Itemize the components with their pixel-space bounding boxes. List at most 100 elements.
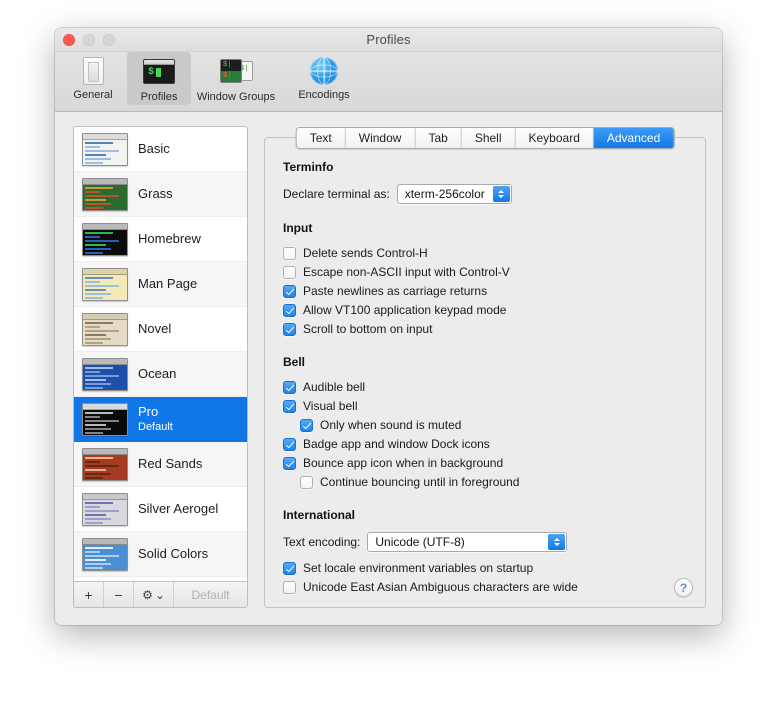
checkbox-row[interactable]: Paste newlines as carriage returns [283, 282, 687, 300]
checkbox-unchecked-icon[interactable] [283, 580, 296, 594]
toolbar-item-profiles[interactable]: $ Profiles [127, 52, 191, 105]
toolbar-label-general: General [73, 89, 113, 101]
plus-icon: + [84, 586, 93, 603]
checkbox-row[interactable]: Allow VT100 application keypad mode [283, 301, 687, 319]
checkbox-row[interactable]: Audible bell [283, 378, 687, 396]
profile-thumbnail [82, 357, 128, 391]
tab-label: Tab [428, 131, 448, 145]
checkbox-checked-icon[interactable] [283, 399, 296, 413]
checkbox-label: Delete sends Control-H [303, 246, 428, 260]
group-bell: Bell Audible bell Visual bell Only when so… [283, 355, 687, 491]
toolbar-item-general[interactable]: General [61, 52, 125, 103]
checkbox-row[interactable]: Only when sound is muted [283, 416, 687, 434]
checkbox-checked-icon[interactable] [283, 322, 296, 336]
checkbox-checked-icon[interactable] [283, 456, 296, 470]
tab-keyboard[interactable]: Keyboard [515, 128, 594, 148]
preferences-window: Profiles General $ Profiles $| $| $| Win… [55, 28, 722, 625]
profile-row-pro[interactable]: Pro Default [74, 397, 247, 442]
text-encoding-select[interactable]: Unicode (UTF-8) [367, 531, 568, 552]
profile-row-ocean[interactable]: Ocean [74, 352, 247, 397]
checkbox-checked-icon[interactable] [283, 303, 296, 317]
checkbox-unchecked-icon[interactable] [283, 265, 296, 279]
profile-row-basic[interactable]: Basic [74, 127, 247, 172]
tab-text[interactable]: Text [296, 128, 346, 148]
tab-label: Shell [474, 131, 502, 145]
checkbox-row[interactable]: Set locale environment variables on star… [283, 559, 687, 577]
toolbar-item-encodings[interactable]: Encodings [281, 52, 367, 103]
declare-terminal-select[interactable]: xterm-256color [396, 183, 512, 204]
profile-row-man-page[interactable]: Man Page [74, 262, 247, 307]
window-titlebar: Profiles [55, 28, 722, 52]
tab-window[interactable]: Window [345, 128, 416, 148]
checkbox-label: Set locale environment variables on star… [303, 561, 534, 575]
checkbox-label: Continue bouncing until in foreground [320, 475, 520, 489]
profile-thumbnail [82, 492, 128, 526]
checkbox-label: Allow VT100 application keypad mode [303, 303, 507, 317]
text-encoding-value: Unicode (UTF-8) [375, 534, 465, 549]
profile-thumbnail [82, 312, 128, 346]
international-title: International [283, 508, 356, 522]
checkbox-label: Paste newlines as carriage returns [303, 284, 488, 298]
checkbox-checked-icon[interactable] [300, 418, 313, 432]
checkbox-checked-icon[interactable] [283, 380, 296, 394]
bell-options: Audible bell Visual bell Only when sound i… [283, 378, 687, 491]
checkbox-label: Badge app and window Dock icons [303, 437, 490, 451]
profile-name: Red Sands [138, 456, 203, 471]
profile-row-solid-colors[interactable]: Solid Colors [74, 532, 247, 577]
profiles-list[interactable]: Basic Grass Homebrew Man Page Novel Ocean Pro D… [74, 127, 247, 581]
profile-actions-button[interactable]: ⚙ ⌄ [134, 582, 174, 607]
tab-tab[interactable]: Tab [415, 128, 462, 148]
checkbox-row[interactable]: Continue bouncing until in foreground [283, 473, 687, 491]
checkbox-unchecked-icon[interactable] [300, 475, 313, 489]
remove-profile-button[interactable]: − [104, 582, 134, 607]
profile-row-homebrew[interactable]: Homebrew [74, 217, 247, 262]
help-button[interactable]: ? [674, 578, 693, 597]
profile-row-red-sands[interactable]: Red Sands [74, 442, 247, 487]
preferences-toolbar: General $ Profiles Window Groups [55, 52, 722, 112]
checkbox-checked-icon[interactable] [283, 561, 296, 575]
profile-row-novel[interactable]: Novel [74, 307, 247, 352]
stepper-arrows-icon [492, 185, 510, 202]
gear-icon: ⚙ [142, 587, 153, 602]
checkbox-row[interactable]: Escape non-ASCII input with Control-V [283, 263, 687, 281]
checkbox-unchecked-icon[interactable] [283, 246, 296, 260]
set-default-label: Default [191, 587, 230, 602]
checkbox-label: Bounce app icon when in background [303, 456, 504, 470]
input-title: Input [283, 221, 313, 235]
profile-row-grass[interactable]: Grass [74, 172, 247, 217]
profile-name: Pro [138, 405, 159, 420]
group-international: International Text encoding: Unicode (UT… [283, 508, 687, 596]
profile-thumbnail [82, 132, 128, 166]
profile-row-silver-aerogel[interactable]: Silver Aerogel [74, 487, 247, 532]
checkbox-label: Visual bell [303, 399, 358, 413]
encodings-globe-icon [307, 57, 341, 87]
profile-name: Solid Colors [138, 546, 209, 561]
bell-title: Bell [283, 355, 306, 369]
group-input: Input Delete sends Control-H Escape non-A… [283, 221, 687, 338]
checkbox-checked-icon[interactable] [283, 437, 296, 451]
toolbar-item-window-groups[interactable]: Window Groups [193, 52, 279, 105]
checkbox-row[interactable]: Bounce app icon when in background [283, 454, 687, 472]
tab-advanced[interactable]: Advanced [593, 128, 674, 148]
checkbox-row[interactable]: Badge app and window Dock icons [283, 435, 687, 453]
profile-default-badge: Default [138, 420, 173, 433]
tab-shell[interactable]: Shell [461, 128, 516, 148]
add-profile-button[interactable]: + [74, 582, 104, 607]
profile-thumbnail [82, 402, 128, 436]
general-icon [76, 57, 110, 87]
minus-icon: − [114, 586, 123, 603]
checkbox-row[interactable]: Scroll to bottom on input [283, 320, 687, 338]
checkbox-row[interactable]: Delete sends Control-H [283, 244, 687, 262]
declare-terminal-value: xterm-256color [404, 186, 485, 201]
text-encoding-label: Text encoding: [283, 534, 361, 549]
profile-name: Ocean [138, 366, 177, 381]
group-terminfo: Terminfo Declare terminal as: xterm-256c… [283, 160, 687, 204]
checkbox-row[interactable]: Unicode East Asian Ambiguous characters … [283, 578, 687, 596]
set-default-button[interactable]: Default [174, 582, 247, 607]
international-options: Set locale environment variables on star… [283, 559, 687, 596]
toolbar-label-window-groups: Window Groups [196, 91, 276, 103]
checkbox-checked-icon[interactable] [283, 284, 296, 298]
window-groups-icon [219, 59, 253, 89]
checkbox-row[interactable]: Visual bell [283, 397, 687, 415]
tab-label: Advanced [606, 131, 661, 145]
